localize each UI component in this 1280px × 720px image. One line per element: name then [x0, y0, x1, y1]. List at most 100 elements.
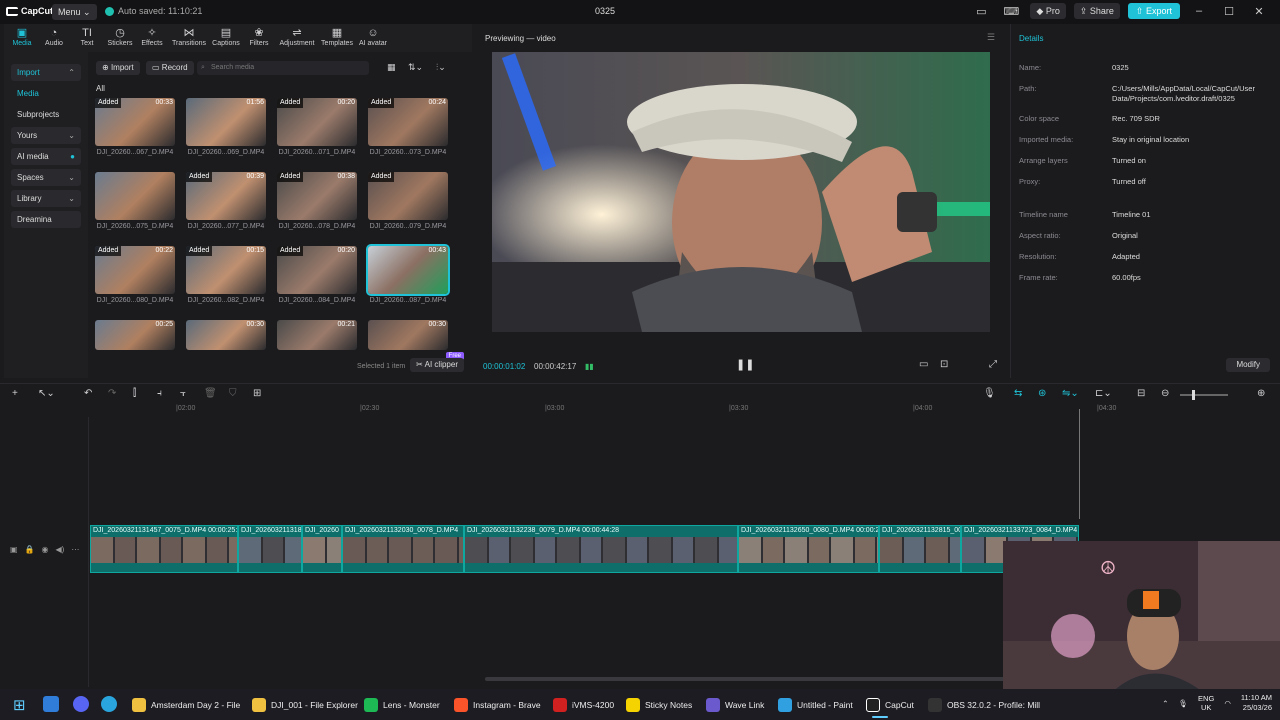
chevron-up-icon[interactable]: ⌃: [1162, 699, 1168, 708]
microphone-icon[interactable]: 🎙: [983, 388, 996, 399]
redo-icon[interactable]: ↷: [108, 388, 116, 399]
tool-templates[interactable]: ▦ Templates: [319, 26, 355, 47]
cover-icon[interactable]: ▣: [10, 545, 18, 554]
sort-icon[interactable]: ⇅⌄: [408, 62, 423, 73]
modify-button[interactable]: Modify: [1226, 358, 1270, 372]
maximize-icon[interactable]: ☐: [1218, 5, 1240, 18]
media-thumbnail[interactable]: 00:21: [277, 320, 357, 350]
thumbnail-icon[interactable]: ⊟: [1137, 388, 1145, 399]
zoom-slider[interactable]: [1180, 390, 1228, 400]
tool-ai-avatar[interactable]: ☺ AI avatar: [355, 26, 391, 47]
tool-filters[interactable]: ❀ Filters: [241, 26, 277, 47]
tool-audio[interactable]: ◔ Audio: [36, 26, 72, 47]
pause-icon[interactable]: ❚❚: [736, 358, 754, 371]
magnet-icon[interactable]: ⊛: [1038, 388, 1046, 399]
sidebar-item-library[interactable]: Library ⌄: [11, 190, 81, 207]
media-thumbnail[interactable]: 01:56: [186, 98, 266, 146]
tool-media[interactable]: ▣ Media: [4, 26, 40, 47]
link-icon[interactable]: ⇆: [1014, 388, 1022, 399]
media-thumbnail[interactable]: Added 00:15: [186, 246, 266, 294]
playhead[interactable]: [1079, 409, 1080, 519]
lock-icon[interactable]: 🔒: [25, 545, 35, 554]
sidebar-item-dreamina[interactable]: Dreamina: [11, 211, 81, 228]
grid-view-icon[interactable]: ▦: [387, 62, 396, 73]
timeline-clip[interactable]: DJI_20260321132238_0079_D.MP4 00:00:44:2…: [464, 525, 738, 573]
taskbar-app[interactable]: Sticky Notes: [626, 694, 692, 715]
media-thumbnail[interactable]: Added 00:38: [277, 172, 357, 220]
media-thumbnail[interactable]: 00:30: [186, 320, 266, 350]
wifi-icon[interactable]: ◠: [1224, 699, 1231, 708]
sidebar-item-spaces[interactable]: Spaces ⌄: [11, 169, 81, 186]
snap-icon[interactable]: ⇋⌄: [1062, 388, 1079, 399]
minimize-icon[interactable]: –: [1188, 5, 1210, 17]
sidebar-item-media[interactable]: Media: [11, 85, 81, 102]
preview-axis-icon[interactable]: ⊏⌄: [1095, 388, 1112, 399]
media-thumbnail[interactable]: 00:43: [368, 246, 448, 294]
marker-icon[interactable]: ⛉: [229, 388, 237, 399]
tool-adjustment[interactable]: ⇌ Adjustment: [279, 26, 315, 47]
split-icon[interactable]: ⫿: [133, 388, 136, 399]
aspect-ratio-icon[interactable]: ▭: [919, 359, 928, 370]
media-thumbnail[interactable]: 00:30: [368, 320, 448, 350]
add-track-icon[interactable]: +: [12, 388, 18, 399]
snapshot-icon[interactable]: ⊡: [940, 359, 948, 370]
taskbar-app[interactable]: CapCut: [866, 694, 914, 718]
crop-icon[interactable]: ⊞: [253, 388, 261, 399]
media-thumbnail[interactable]: 00:25: [95, 320, 175, 350]
delete-icon[interactable]: 🗑: [204, 388, 217, 399]
keyboard-icon[interactable]: ⌨: [1000, 5, 1022, 18]
timeline-clip[interactable]: DJI_20260321131821: [238, 525, 302, 573]
split-left-icon[interactable]: ⫞: [157, 388, 162, 399]
taskbar-app[interactable]: Instagram - Brave: [454, 694, 541, 715]
windows-start-icon[interactable]: ⊞: [13, 696, 26, 714]
video-frame[interactable]: [492, 52, 990, 332]
split-right-icon[interactable]: ⫟: [180, 388, 186, 399]
taskbar-app[interactable]: iVMS-4200: [553, 694, 614, 715]
sidebar-item-yours[interactable]: Yours ⌄: [11, 127, 81, 144]
media-thumbnail[interactable]: Added 00:24: [368, 98, 448, 146]
tool-captions[interactable]: ▤ Captions: [208, 26, 244, 47]
media-thumbnail[interactable]: Added 00:20: [277, 98, 357, 146]
taskbar-app[interactable]: Amsterdam Day 2 - File: [132, 694, 240, 715]
ai-clipper-button[interactable]: ✂ AI clipper: [410, 358, 464, 372]
timeline-clip[interactable]: DJI_20260321132030_0078_D.MP4: [342, 525, 464, 573]
media-thumbnail[interactable]: [95, 172, 175, 220]
taskbar-app[interactable]: Wave Link: [706, 694, 764, 715]
timeline-clip[interactable]: DJI_20260321132815_008: [879, 525, 961, 573]
more-icon[interactable]: ⋯: [71, 545, 79, 554]
eye-icon[interactable]: ◉: [42, 545, 49, 554]
cursor-select-icon[interactable]: ↖⌄: [38, 388, 55, 399]
timeline-clip[interactable]: DJI_20260321131457_0075_D.MP4 00:00:25:2…: [90, 525, 238, 573]
sidebar-item-import[interactable]: Import ⌃: [11, 64, 81, 81]
language-indicator[interactable]: ENG UK: [1198, 694, 1214, 712]
clock[interactable]: 11:10 AM 25/03/26: [1241, 693, 1272, 713]
layout-icon[interactable]: ▭: [970, 5, 992, 18]
timeline-ruler[interactable]: |02:00 |02:30 |03:00 |03:30 |04:00 |04:3…: [90, 405, 1280, 417]
mic-icon[interactable]: 🎙: [1179, 699, 1189, 708]
taskbar-app[interactable]: DJI_001 - File Explorer: [252, 694, 358, 715]
search-input[interactable]: Search media: [197, 61, 369, 75]
record-button[interactable]: ▭ Record: [146, 61, 194, 75]
taskbar-app[interactable]: Lens - Monster: [364, 694, 440, 715]
pro-button[interactable]: ◆ Pro: [1030, 3, 1066, 19]
taskbar-app[interactable]: OBS 32.0.2 - Profile: Mill: [928, 694, 1040, 715]
timeline-scrollbar[interactable]: [485, 677, 1005, 681]
telegram-icon[interactable]: [101, 696, 117, 712]
import-button[interactable]: ⊕ Import: [96, 61, 140, 75]
export-button[interactable]: ⇧ Export: [1127, 3, 1180, 19]
timeline-clip[interactable]: DJI_20260: [302, 525, 342, 573]
discord-icon[interactable]: [73, 696, 89, 712]
timeline-clip[interactable]: DJI_20260321132650_0080_D.MP4 00:00:2: [738, 525, 879, 573]
tool-transitions[interactable]: ⋈ Transitions: [171, 26, 207, 47]
share-button[interactable]: ⇪ Share: [1073, 3, 1120, 19]
filter-icon[interactable]: ⫶⌄: [436, 62, 446, 73]
zoom-slider-handle[interactable]: [1192, 390, 1195, 400]
zoom-out-icon[interactable]: ⊖: [1161, 388, 1169, 399]
volume-icon[interactable]: ◀): [56, 545, 65, 554]
outlook-icon[interactable]: [43, 696, 59, 712]
tool-effects[interactable]: ✧ Effects: [134, 26, 170, 47]
taskbar-app[interactable]: Untitled - Paint: [778, 694, 853, 715]
media-thumbnail[interactable]: Added 00:22: [95, 246, 175, 294]
sidebar-item-ai-media[interactable]: AI media ●: [11, 148, 81, 165]
media-thumbnail[interactable]: Added 00:20: [277, 246, 357, 294]
